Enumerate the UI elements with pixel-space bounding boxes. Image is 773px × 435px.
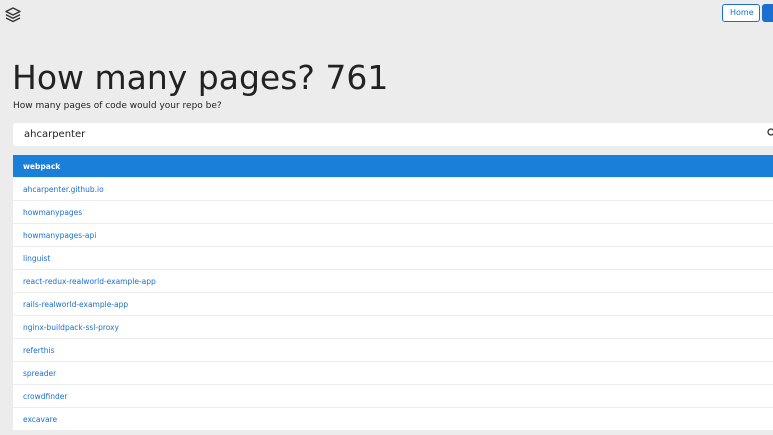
about-button[interactable]: A bbox=[762, 4, 773, 22]
repo-list-item[interactable]: rails-realworld-example-app bbox=[13, 293, 773, 316]
repo-list-item[interactable]: ahcarpenter.github.io bbox=[13, 178, 773, 201]
search-input[interactable] bbox=[13, 123, 773, 146]
repo-list-item[interactable]: webpack bbox=[13, 155, 773, 178]
home-button[interactable]: Home bbox=[722, 4, 760, 22]
repo-list-item[interactable]: howmanypages bbox=[13, 201, 773, 224]
repo-list-item[interactable]: react-redux-realworld-example-app bbox=[13, 270, 773, 293]
repo-list-item[interactable]: spreader bbox=[13, 362, 773, 385]
repo-list-item[interactable]: crowdfinder bbox=[13, 385, 773, 408]
repo-list-item[interactable]: howmanypages-api bbox=[13, 224, 773, 247]
layers-stack-icon[interactable] bbox=[5, 7, 21, 23]
page-subtitle: How many pages of code would your repo b… bbox=[13, 101, 222, 111]
page-title: How many pages? 761 bbox=[12, 58, 389, 97]
page: Home A How many pages? 761 How many page… bbox=[0, 0, 773, 435]
repo-list: webpack ahcarpenter.github.io howmanypages… bbox=[13, 155, 773, 431]
repo-list-item[interactable]: nginx-buildpack-ssl-proxy bbox=[13, 316, 773, 339]
repo-list-item[interactable]: excavare bbox=[13, 408, 773, 431]
repo-list-item[interactable]: referthis bbox=[13, 339, 773, 362]
search-icon bbox=[767, 128, 773, 136]
repo-list-item[interactable]: linguist bbox=[13, 247, 773, 270]
